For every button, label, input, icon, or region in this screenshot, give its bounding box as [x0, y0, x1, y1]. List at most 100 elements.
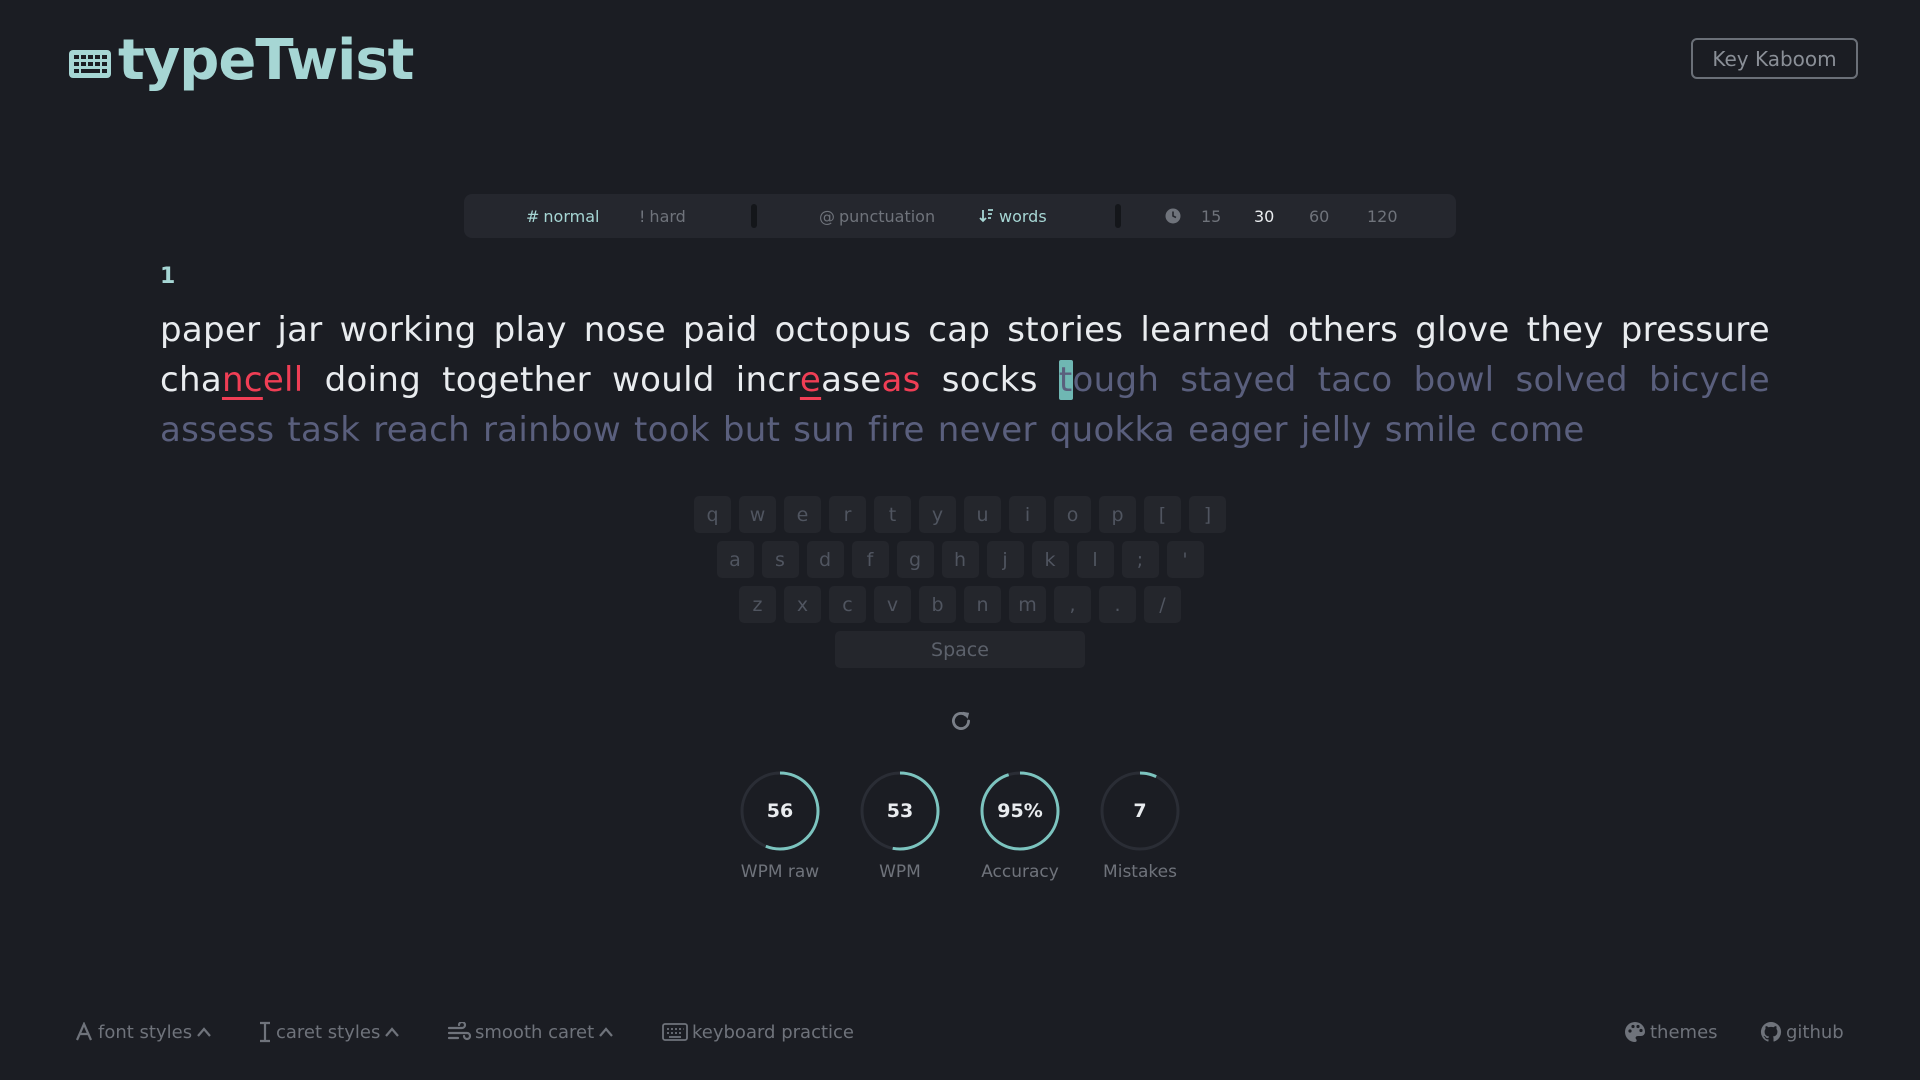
key: f [851, 541, 889, 578]
difficulty-normal-option[interactable]: # normal [526, 194, 599, 238]
divider [751, 204, 757, 228]
time-120-option[interactable]: 120 [1367, 194, 1398, 238]
punctuation-toggle[interactable]: @ punctuation [819, 194, 935, 238]
word: reach [373, 410, 470, 450]
logo-text: typeTwist [118, 28, 414, 93]
key: h [941, 541, 979, 578]
sort-icon [979, 209, 993, 223]
key: i [1009, 496, 1046, 533]
difficulty-hard-option[interactable]: ! hard [639, 194, 686, 238]
word: octopus [774, 310, 912, 350]
words-mode-option[interactable]: words [979, 194, 1047, 238]
word: taco [1317, 360, 1393, 400]
word: bowl [1413, 360, 1495, 400]
font-styles-button[interactable]: font styles [74, 1018, 212, 1046]
key-space: Space [835, 631, 1085, 668]
wpm-stat: 53 WPM [859, 770, 941, 882]
word: chancell [160, 360, 304, 400]
key: v [874, 586, 911, 623]
word: quokka [1049, 410, 1176, 450]
word: increaseas [735, 360, 921, 400]
key: . [1099, 586, 1136, 623]
key-kaboom-button[interactable]: Key Kaboom [1691, 38, 1858, 79]
word: others [1288, 310, 1399, 350]
virtual-keyboard: q w e r t y u i o p[] a s d f g h j k l; ' z x c v b n m,. / Spac… [0, 496, 1920, 676]
chevron-up-icon [197, 1027, 211, 1037]
word: cap [928, 310, 991, 350]
word: paper [160, 310, 261, 350]
wpm-raw-ring: 56 [739, 770, 821, 852]
time-30-option[interactable]: 30 [1254, 194, 1274, 238]
word: but [722, 410, 781, 450]
accuracy-label: Accuracy [981, 862, 1059, 882]
word: jelly [1300, 410, 1372, 450]
logo[interactable]: typeTwist [68, 28, 414, 93]
keyboard-logo-icon [69, 49, 111, 78]
word: stayed [1180, 360, 1297, 400]
time-15-option[interactable]: 15 [1201, 194, 1221, 238]
smooth-caret-button[interactable]: smooth caret [447, 1018, 614, 1046]
wpm-label: WPM [879, 862, 921, 882]
word: doing [324, 360, 422, 400]
word: solved [1515, 360, 1628, 400]
word: rainbow [482, 410, 622, 450]
key: g [896, 541, 934, 578]
accuracy-value: 95% [997, 800, 1043, 822]
palette-icon [1625, 1022, 1645, 1042]
words-line-2: chancell doing together would increaseas… [160, 355, 1770, 405]
current-word: tough [1058, 360, 1160, 400]
key: x [784, 586, 821, 623]
wpm-ring: 53 [859, 770, 941, 852]
typing-area[interactable]: paper jar working play nose paid octopus cap sto… [160, 305, 1770, 455]
key: q [694, 496, 731, 533]
github-link[interactable]: github [1760, 1018, 1844, 1046]
key: d [806, 541, 844, 578]
themes-button[interactable]: themes [1624, 1018, 1718, 1046]
keyboard-icon [662, 1023, 688, 1041]
word: would [612, 360, 715, 400]
key: a [716, 541, 754, 578]
word: come [1489, 410, 1585, 450]
wpm-raw-stat: 56 WPM raw [739, 770, 821, 882]
word: task [287, 410, 361, 450]
key: / [1144, 586, 1181, 623]
word: they [1526, 310, 1604, 350]
key: ; [1121, 541, 1159, 578]
word: paid [683, 310, 758, 350]
keyboard-practice-button[interactable]: keyboard practice [662, 1018, 854, 1046]
accuracy-ring: 95% [979, 770, 1061, 852]
word: stories [1007, 310, 1124, 350]
word: took [634, 410, 710, 450]
key: t [874, 496, 911, 533]
word: socks [941, 360, 1038, 400]
word: sun [793, 410, 855, 450]
key: c [829, 586, 866, 623]
word: pressure [1620, 310, 1770, 350]
mistakes-value: 7 [1133, 800, 1147, 822]
key: y [919, 496, 956, 533]
word-counter: 1 [160, 264, 176, 289]
key: e [784, 496, 821, 533]
clock-icon [1165, 194, 1181, 238]
key: p [1099, 496, 1136, 533]
word: learned [1140, 310, 1272, 350]
divider [1115, 204, 1121, 228]
key: l [1076, 541, 1114, 578]
word: eager [1188, 410, 1288, 450]
key: z [739, 586, 776, 623]
caret-styles-button[interactable]: caret styles [258, 1018, 400, 1046]
key: o [1054, 496, 1091, 533]
word: glove [1415, 310, 1510, 350]
restart-icon[interactable] [948, 708, 974, 734]
wpm-value: 53 [886, 800, 914, 822]
text-cursor-icon [260, 1021, 270, 1043]
word: smile [1384, 410, 1477, 450]
time-60-option[interactable]: 60 [1309, 194, 1329, 238]
wpm-raw-value: 56 [766, 800, 794, 822]
github-icon [1760, 1021, 1782, 1042]
word: together [442, 360, 591, 400]
key: , [1054, 586, 1091, 623]
word: assess [160, 410, 275, 450]
key: j [986, 541, 1024, 578]
mistakes-label: Mistakes [1103, 862, 1177, 882]
